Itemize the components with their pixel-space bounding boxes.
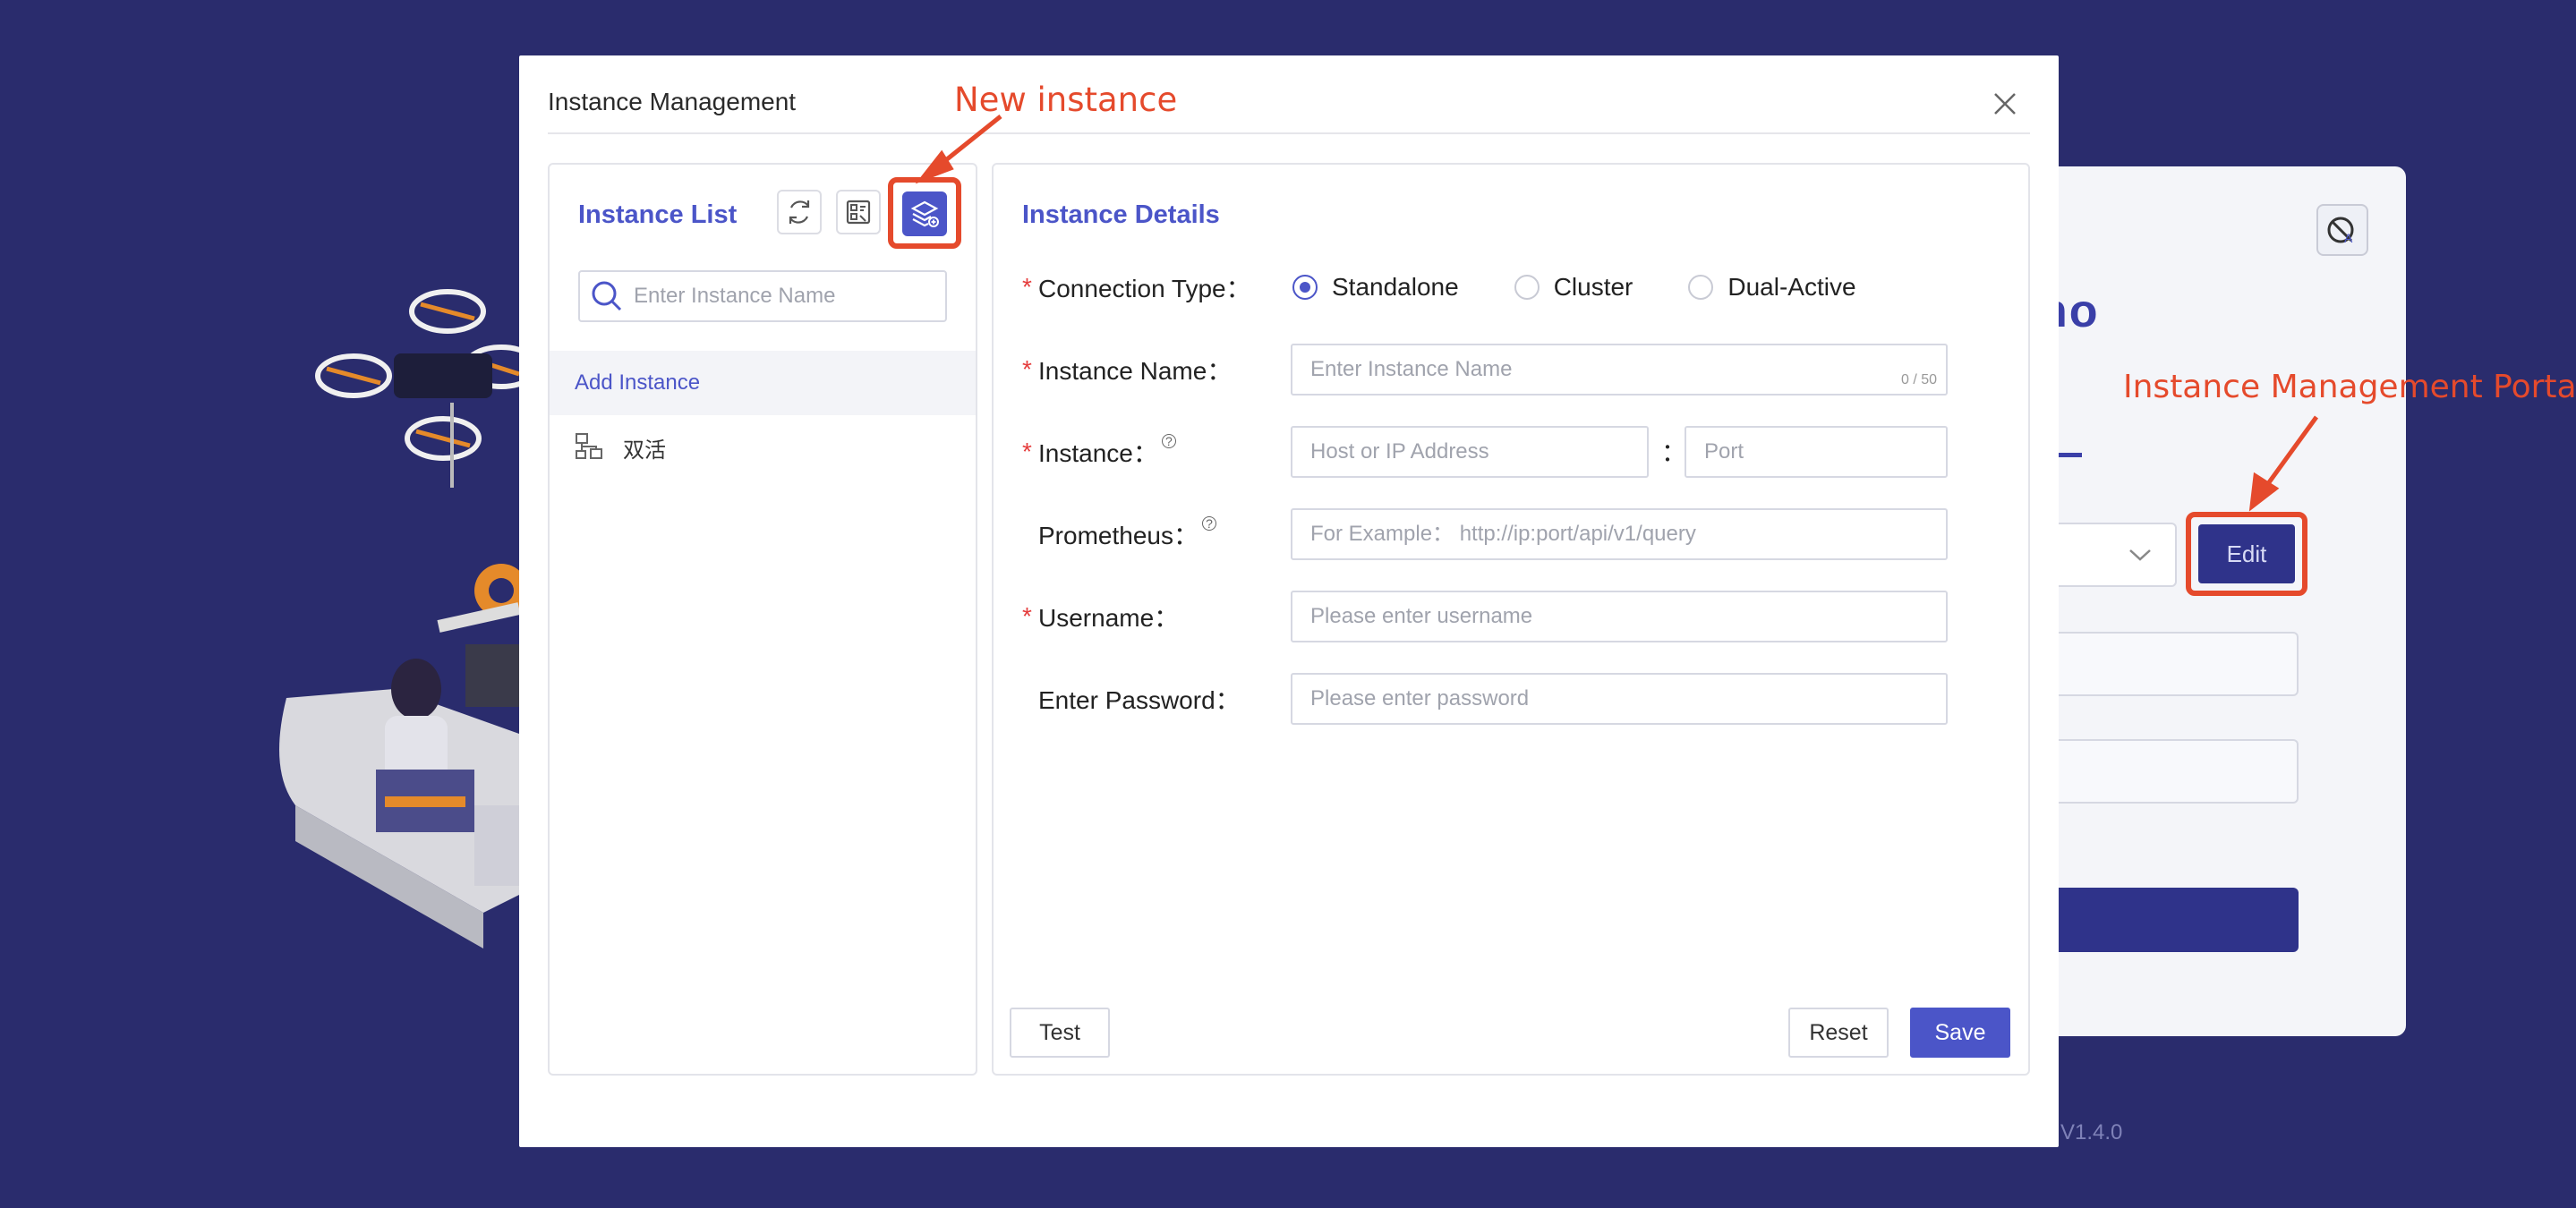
annotation-portal-label: Instance Management Portal [2123,369,2576,405]
password-label: Enter Password： [1038,686,1241,714]
refresh-icon [789,200,810,224]
instance-list-panel: Instance List Add Instance 双活 [548,163,977,1076]
instance-name-row: * Instance Name： [1022,344,1232,396]
connection-type-radio-group: Standalone Cluster Dual-Active [1292,261,1912,313]
port-field[interactable] [1685,426,1948,478]
edit-instance-button[interactable]: Edit [2198,524,2295,583]
login-username-field[interactable] [2041,632,2299,696]
radio-standalone[interactable]: Standalone [1292,273,1459,302]
list-item-label: 双活 [623,438,666,463]
instance-details-panel: Instance Details * Connection Type： Stand… [992,163,2030,1076]
connection-type-row: * Connection Type： [1022,261,1251,313]
radio-dot [1514,275,1540,300]
username-field[interactable] [1291,591,1948,642]
cluster-icon [576,433,602,459]
close-icon[interactable] [1987,86,2023,122]
login-button[interactable] [2041,888,2299,952]
instance-row: * Instance：? [1022,426,1176,478]
svg-text:A: A [2344,231,2353,245]
refresh-button[interactable] [777,190,822,234]
help-icon: ? [1201,516,1216,531]
connection-type-label: * Connection Type： [1022,273,1251,302]
dialog-divider [548,132,2030,134]
password-input[interactable] [1292,675,1946,723]
instance-name-field[interactable]: 0 / 50 [1291,344,1948,396]
password-row: Enter Password： [1022,673,1241,725]
instance-search-box[interactable] [578,270,947,322]
instance-select[interactable] [2041,523,2177,587]
prometheus-input[interactable] [1292,510,1946,558]
prometheus-row: Prometheus：? [1022,508,1216,560]
password-field[interactable] [1291,673,1948,725]
instance-label: * Instance：? [1022,434,1176,470]
prometheus-field[interactable] [1291,508,1948,560]
list-item-instance[interactable]: 双活 [550,415,976,480]
list-item-label: Add Instance [575,370,701,395]
radio-dot-selected [1292,275,1318,300]
dialog-title: Instance Management [548,88,797,115]
background-illustration [279,289,519,949]
instance-name-label: * Instance Name： [1022,355,1233,385]
reset-button[interactable]: Reset [1788,1008,1889,1058]
prometheus-label: Prometheus：? [1022,516,1216,552]
annotation-new-instance-label: New instance [954,81,1178,119]
version-label: V1.4.0 [2060,1120,2123,1144]
language-switch-icon[interactable]: A [2316,204,2368,256]
instance-management-dialog: Instance Management Instance List Add In… [519,55,2059,1147]
username-label: * Username： [1022,602,1180,632]
new-instance-highlight-frame [888,177,961,249]
instance-details-heading: Instance Details [1022,200,1220,229]
save-button[interactable]: Save [1910,1008,2010,1058]
test-button[interactable]: Test [1010,1008,1110,1058]
radio-dual-active[interactable]: Dual-Active [1688,273,1856,302]
port-input[interactable] [1686,428,1946,476]
login-password-field[interactable] [2041,739,2299,804]
username-input[interactable] [1292,592,1946,641]
radio-dot [1688,275,1714,300]
char-counter: 0 / 50 [1900,372,1937,387]
username-row: * Username： [1022,591,1179,642]
import-button[interactable] [836,190,881,234]
list-item-add-instance[interactable]: Add Instance [550,351,976,415]
help-icon: ? [1161,434,1176,448]
chevron-down-icon [2129,549,2151,561]
host-port-separator: ： [1661,438,1687,466]
instance-search-input[interactable] [634,284,938,309]
search-icon [592,281,622,311]
host-field[interactable] [1291,426,1649,478]
host-input[interactable] [1292,428,1647,476]
radio-cluster[interactable]: Cluster [1514,273,1633,302]
instance-name-input[interactable] [1292,345,1946,394]
import-icon [846,200,871,225]
instance-list-heading: Instance List [578,200,738,229]
